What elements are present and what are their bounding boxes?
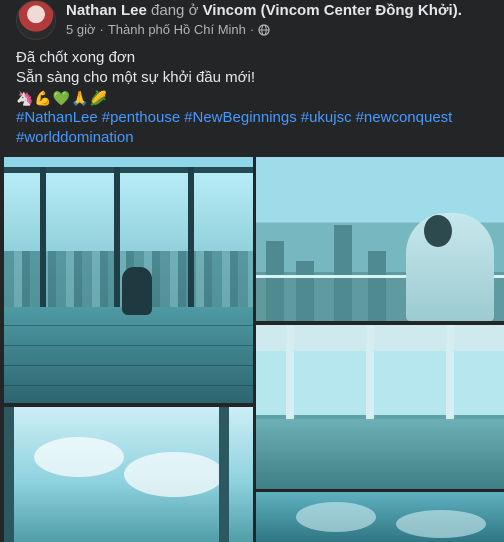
seated-person bbox=[122, 267, 152, 315]
photo-5[interactable] bbox=[256, 492, 504, 542]
hashtag-list: #NathanLee #penthouse #NewBeginnings #ukujs… bbox=[16, 108, 492, 148]
photo-2[interactable] bbox=[256, 157, 504, 321]
photo-1[interactable] bbox=[4, 157, 253, 403]
hashtag-nathanlee[interactable]: #NathanLee bbox=[16, 109, 98, 126]
author-name[interactable]: Nathan Lee bbox=[66, 2, 147, 19]
post-emojis: 🦄💪💚🙏🌽 bbox=[16, 90, 109, 106]
post-text: Đã chốt xong đơn Sẵn sàng cho một sự khở… bbox=[16, 48, 492, 148]
room-floor bbox=[256, 419, 504, 489]
post-location[interactable]: Thành phố Hồ Chí Minh bbox=[108, 22, 246, 37]
person-head bbox=[424, 215, 452, 247]
hashtag-worlddomination[interactable]: #worlddomination bbox=[16, 129, 134, 146]
photo-3[interactable] bbox=[256, 325, 504, 489]
window-mullion bbox=[40, 167, 46, 307]
photo-gallery bbox=[0, 157, 504, 542]
hashtag-newconquest[interactable]: #newconquest bbox=[356, 109, 453, 126]
meta-separator: · bbox=[99, 22, 104, 37]
photo-4[interactable] bbox=[4, 407, 253, 542]
post-time[interactable]: 5 giờ bbox=[66, 22, 96, 37]
post-line-2: Sẵn sàng cho một sự khởi đầu mới! bbox=[16, 69, 255, 86]
window-mullion bbox=[114, 167, 120, 307]
author-line: Nathan Lee đang ở Vincom (Vincom Center … bbox=[66, 2, 462, 19]
hashtag-newbeginnings[interactable]: #NewBeginnings bbox=[184, 109, 297, 126]
checkin-verb: đang ở bbox=[151, 2, 199, 19]
post-line-1: Đã chốt xong đơn bbox=[16, 49, 136, 66]
author-avatar[interactable] bbox=[16, 0, 56, 40]
window-mullion bbox=[188, 167, 194, 307]
hashtag-penthouse[interactable]: #penthouse bbox=[102, 109, 180, 126]
globe-icon[interactable] bbox=[258, 23, 270, 36]
meta-separator-2: · bbox=[249, 22, 255, 37]
post-header: Nathan Lee đang ở Vincom (Vincom Center … bbox=[0, 0, 504, 42]
hashtag-ukujsc[interactable]: #ukujsc bbox=[301, 109, 352, 126]
checkin-place[interactable]: Vincom (Vincom Center Đồng Khởi). bbox=[203, 2, 462, 19]
wood-floor bbox=[4, 307, 253, 403]
post-meta: 5 giờ · Thành phố Hồ Chí Minh · bbox=[66, 22, 270, 37]
